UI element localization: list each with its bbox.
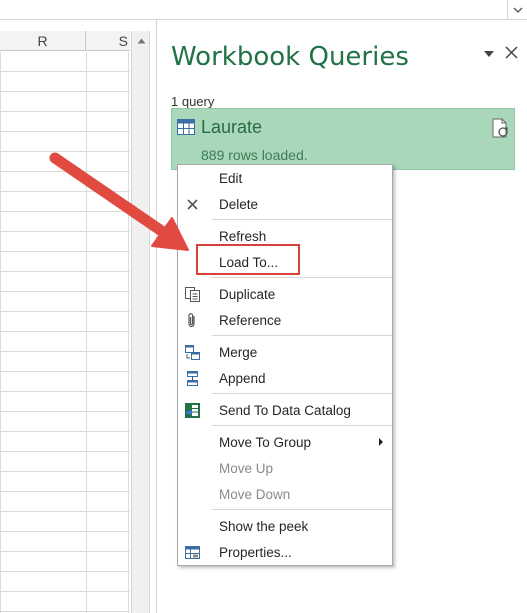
vertical-scrollbar[interactable] bbox=[131, 31, 150, 613]
menu-item-label: Move Up bbox=[219, 461, 274, 476]
pane-options-icon[interactable] bbox=[483, 48, 495, 60]
append-icon bbox=[187, 371, 198, 386]
menu-item-move-down: Move Down bbox=[178, 481, 392, 507]
scroll-up-arrow-icon bbox=[137, 38, 145, 44]
paperclip-icon bbox=[188, 313, 195, 328]
menu-item-delete[interactable]: Delete bbox=[178, 191, 392, 217]
menu-item-merge[interactable]: Merge bbox=[178, 339, 392, 365]
formula-bar-expand-button[interactable] bbox=[507, 0, 527, 19]
pane-close-button[interactable] bbox=[505, 45, 518, 62]
column-header-row: R S bbox=[0, 31, 130, 51]
pane-title: Workbook Queries bbox=[171, 42, 409, 72]
query-item-laurate[interactable]: Laurate 889 rows loaded. bbox=[171, 108, 515, 170]
menu-item-label: Send To Data Catalog bbox=[219, 403, 351, 418]
menu-item-label: Properties... bbox=[219, 545, 292, 560]
query-rows-status: 889 rows loaded. bbox=[201, 147, 308, 163]
load-to-highlight-box bbox=[196, 244, 300, 275]
menu-item-properties[interactable]: Properties... bbox=[178, 539, 392, 565]
menu-item-reference[interactable]: Reference bbox=[178, 307, 392, 333]
menu-separator bbox=[212, 425, 392, 426]
menu-item-label: Move To Group bbox=[219, 435, 312, 450]
menu-item-label: Move Down bbox=[219, 487, 291, 502]
query-context-menu: Edit Delete Refresh Load To... Duplicate… bbox=[177, 164, 393, 566]
menu-item-move-to-group[interactable]: Move To Group bbox=[178, 429, 392, 455]
menu-item-duplicate[interactable]: Duplicate bbox=[178, 281, 392, 307]
cell-grid[interactable] bbox=[0, 52, 130, 613]
menu-item-send-to-data-catalog[interactable]: Send To Data Catalog bbox=[178, 397, 392, 423]
menu-separator bbox=[212, 509, 392, 510]
menu-item-label: Reference bbox=[219, 313, 282, 328]
menu-item-show-the-peek[interactable]: Show the peek bbox=[178, 513, 392, 539]
menu-item-label: Append bbox=[219, 371, 266, 386]
close-icon bbox=[505, 46, 518, 59]
table-icon bbox=[177, 119, 195, 135]
menu-item-label: Show the peek bbox=[219, 519, 309, 534]
formula-bar-strip bbox=[0, 0, 527, 20]
delete-x-icon bbox=[187, 199, 198, 210]
menu-item-edit[interactable]: Edit bbox=[178, 165, 392, 191]
menu-separator bbox=[212, 219, 392, 220]
submenu-arrow-icon bbox=[379, 438, 383, 446]
menu-item-label: Merge bbox=[219, 345, 258, 360]
menu-item-move-up: Move Up bbox=[178, 455, 392, 481]
duplicate-icon bbox=[185, 287, 200, 302]
column-header-r[interactable]: R bbox=[0, 31, 86, 51]
menu-separator bbox=[212, 335, 392, 336]
menu-separator bbox=[212, 393, 392, 394]
merge-icon bbox=[185, 345, 200, 360]
worksheet-grid[interactable]: R S bbox=[0, 31, 130, 613]
menu-item-append[interactable]: Append bbox=[178, 365, 392, 391]
column-header-s[interactable]: S bbox=[86, 31, 130, 51]
scroll-up-button[interactable] bbox=[134, 33, 148, 49]
menu-item-label: Duplicate bbox=[219, 287, 276, 302]
menu-item-label: Delete bbox=[219, 197, 259, 212]
menu-separator bbox=[212, 277, 392, 278]
menu-item-label: Refresh bbox=[219, 229, 267, 244]
data-catalog-icon bbox=[185, 403, 200, 418]
query-name: Laurate bbox=[201, 117, 263, 137]
query-count: 1 query bbox=[171, 94, 215, 109]
menu-item-label: Edit bbox=[219, 171, 243, 186]
properties-icon bbox=[185, 546, 200, 559]
refresh-query-icon[interactable] bbox=[492, 118, 510, 138]
chevron-down-icon bbox=[513, 7, 522, 13]
